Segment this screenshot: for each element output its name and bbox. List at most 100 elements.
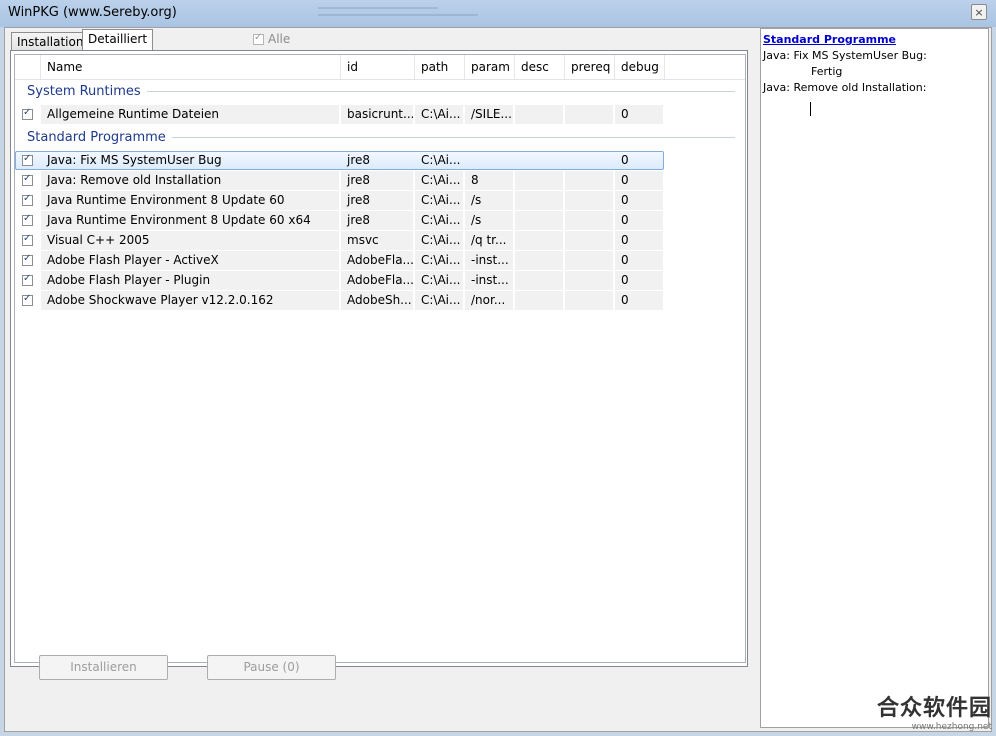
cell-path: C:\Ai... (415, 271, 463, 290)
cell-path: C:\Ai... (415, 291, 463, 310)
column-header-prereq[interactable]: prereq (565, 55, 615, 79)
cell-param: -inst... (465, 271, 513, 290)
row-checkbox[interactable] (22, 293, 33, 306)
cell-id: jre8 (341, 171, 413, 190)
cell-desc (515, 171, 563, 190)
title-bar: WinPKG (www.Sereby.org) × (0, 0, 996, 27)
log-line: Java: Fix MS SystemUser Bug: (763, 49, 927, 62)
cell-desc (515, 251, 563, 270)
row-checkbox[interactable] (22, 213, 33, 226)
cell-name: Java Runtime Environment 8 Update 60 x64 (41, 211, 339, 230)
list-item[interactable]: Java: Fix MS SystemUser Bug jre8 C:\Ai..… (15, 151, 665, 170)
cell-desc (515, 291, 563, 310)
row-checkbox[interactable] (22, 233, 33, 246)
list-item[interactable]: Java Runtime Environment 8 Update 60 jre… (15, 191, 665, 210)
cell-prereq (565, 291, 613, 310)
group-header-system-runtimes[interactable]: System Runtimes (27, 84, 735, 99)
cell-param: /SILE... (465, 105, 513, 124)
cell-desc (515, 191, 563, 210)
window-title: WinPKG (www.Sereby.org) (8, 5, 177, 20)
cell-id: jre8 (347, 153, 371, 167)
cell-prereq (565, 271, 613, 290)
tab-installation[interactable]: Installation (11, 32, 90, 52)
group-divider (146, 91, 735, 92)
row-checkbox[interactable] (22, 107, 33, 120)
cell-name: Java Runtime Environment 8 Update 60 (41, 191, 339, 210)
cell-desc (515, 231, 563, 250)
close-button[interactable]: × (971, 4, 987, 20)
cell-debug: 0 (615, 271, 663, 290)
cell-prereq (565, 251, 613, 270)
cell-debug: 0 (615, 211, 663, 230)
watermark-text: 合众软件园 (876, 696, 992, 721)
cell-prereq (565, 231, 613, 250)
list-item[interactable]: Java: Remove old Installation jre8 C:\Ai… (15, 171, 665, 190)
cell-prereq (565, 151, 613, 170)
cell-path: C:\Ai... (415, 231, 463, 250)
background-window-ghost (318, 2, 518, 22)
cell-param: -inst... (465, 251, 513, 270)
cell-debug: 0 (615, 191, 663, 210)
column-header-debug[interactable]: debug (615, 55, 665, 79)
row-checkbox[interactable] (22, 193, 33, 206)
column-header-name[interactable]: Name (41, 55, 341, 79)
cell-debug: 0 (621, 153, 629, 167)
checkbox-icon (253, 32, 264, 45)
group-label: System Runtimes (27, 84, 141, 99)
tab-detailliert[interactable]: Detailliert (82, 29, 154, 52)
cell-prereq (565, 191, 613, 210)
cell-param: /s (465, 191, 513, 210)
pause-button[interactable]: Pause (0) (207, 655, 336, 680)
row-checkbox[interactable] (22, 273, 33, 286)
list-item[interactable]: Adobe Shockwave Player v12.2.0.162 Adobe… (15, 291, 665, 310)
cell-name: Adobe Flash Player - ActiveX (41, 251, 339, 270)
watermark-url: www.hezhong.net (911, 722, 992, 732)
row-checkbox[interactable] (22, 173, 33, 186)
log-line: Fertig (811, 65, 843, 78)
cell-prereq (565, 171, 613, 190)
cell-id: AdobeFla... (341, 271, 413, 290)
install-button[interactable]: Installieren (39, 655, 168, 680)
list-item[interactable]: Allgemeine Runtime Dateien basicrunt... … (15, 105, 665, 124)
log-section-link[interactable]: Standard Programme (763, 33, 986, 46)
cell-debug: 0 (615, 251, 663, 270)
cell-param: /s (465, 211, 513, 230)
cell-path: C:\Ai... (415, 251, 463, 270)
cell-desc (515, 271, 563, 290)
list-item[interactable]: Adobe Flash Player - Plugin AdobeFla... … (15, 271, 665, 290)
cell-name: Visual C++ 2005 (41, 231, 339, 250)
row-checkbox[interactable] (22, 253, 33, 266)
column-header-path[interactable]: path (415, 55, 465, 79)
watermark-logo: 合众软件园 www.hezhong.net (864, 690, 992, 734)
list-item[interactable]: Adobe Flash Player - ActiveX AdobeFla...… (15, 251, 665, 270)
cell-desc (515, 105, 563, 124)
group-header-standard-programme[interactable]: Standard Programme (27, 130, 735, 145)
cell-path: C:\Ai... (415, 171, 463, 190)
cell-debug: 0 (615, 171, 663, 190)
column-header-param[interactable]: param (465, 55, 515, 79)
alle-checkbox[interactable]: Alle (253, 32, 290, 46)
cell-name: Adobe Shockwave Player v12.2.0.162 (41, 291, 339, 310)
column-header-id[interactable]: id (341, 55, 415, 79)
cell-param: 8 (465, 171, 513, 190)
alle-label: Alle (268, 32, 291, 46)
list-header: Name id path param desc prereq debug (15, 55, 745, 80)
cell-id: AdobeSh... (341, 291, 413, 310)
cell-debug: 0 (615, 105, 663, 124)
list-item[interactable]: Visual C++ 2005 msvc C:\Ai... /q tr... 0 (15, 231, 665, 250)
cell-prereq (565, 211, 613, 230)
cell-path: C:\Ai... (415, 105, 463, 124)
cell-path: C:\Ai... (415, 211, 463, 230)
log-panel[interactable]: Standard Programme Java: Fix MS SystemUs… (760, 28, 989, 728)
cell-id: AdobeFla... (341, 251, 413, 270)
column-header-desc[interactable]: desc (515, 55, 565, 79)
cell-desc (515, 211, 563, 230)
package-list[interactable]: Name id path param desc prereq debug Sys… (14, 54, 746, 663)
cell-name: Java: Remove old Installation (41, 171, 339, 190)
header-check-column[interactable] (15, 55, 41, 79)
text-caret (810, 102, 811, 116)
cell-param: /q tr... (465, 231, 513, 250)
list-item[interactable]: Java Runtime Environment 8 Update 60 x64… (15, 211, 665, 230)
cell-id: basicrunt... (341, 105, 413, 124)
row-checkbox[interactable] (22, 153, 33, 166)
